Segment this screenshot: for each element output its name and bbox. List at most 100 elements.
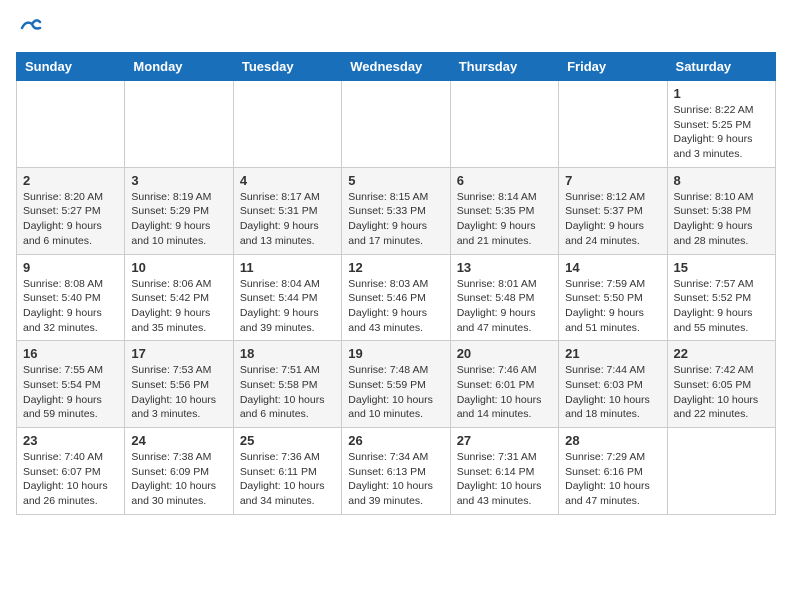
logo-icon — [18, 16, 42, 40]
day-number: 8 — [674, 173, 769, 188]
calendar-week-row: 16Sunrise: 7:55 AM Sunset: 5:54 PM Dayli… — [17, 341, 776, 428]
calendar-cell — [559, 81, 667, 168]
column-header-tuesday: Tuesday — [233, 53, 341, 81]
day-number: 23 — [23, 433, 118, 448]
day-number: 10 — [131, 260, 226, 275]
day-number: 5 — [348, 173, 443, 188]
calendar-cell: 18Sunrise: 7:51 AM Sunset: 5:58 PM Dayli… — [233, 341, 341, 428]
day-info: Sunrise: 7:36 AM Sunset: 6:11 PM Dayligh… — [240, 450, 335, 509]
day-info: Sunrise: 7:55 AM Sunset: 5:54 PM Dayligh… — [23, 363, 118, 422]
column-header-monday: Monday — [125, 53, 233, 81]
calendar-cell: 4 Sunrise: 8:17 AM Sunset: 5:31 PM Daylig… — [233, 167, 341, 254]
day-info: Sunrise: 7:57 AM Sunset: 5:52 PM Dayligh… — [674, 277, 769, 336]
day-info: Sunrise: 8:01 AM Sunset: 5:48 PM Dayligh… — [457, 277, 552, 336]
day-info: Sunrise: 8:17 AM Sunset: 5:31 PM Dayligh… — [240, 190, 335, 249]
day-info: Sunrise: 7:53 AM Sunset: 5:56 PM Dayligh… — [131, 363, 226, 422]
day-number: 26 — [348, 433, 443, 448]
calendar-cell: 7 Sunrise: 8:12 AM Sunset: 5:37 PM Daylig… — [559, 167, 667, 254]
day-number: 24 — [131, 433, 226, 448]
calendar-cell: 14 Sunrise: 7:59 AM Sunset: 5:50 PM Dayli… — [559, 254, 667, 341]
calendar-cell: 20 Sunrise: 7:46 AM Sunset: 6:01 PM Dayli… — [450, 341, 558, 428]
calendar-cell — [450, 81, 558, 168]
column-header-saturday: Saturday — [667, 53, 775, 81]
day-info: Sunrise: 8:08 AM Sunset: 5:40 PM Dayligh… — [23, 277, 118, 336]
calendar-cell: 2 Sunrise: 8:20 AM Sunset: 5:27 PM Daylig… — [17, 167, 125, 254]
calendar-header-row: SundayMondayTuesdayWednesdayThursdayFrid… — [17, 53, 776, 81]
calendar-cell: 12Sunrise: 8:03 AM Sunset: 5:46 PM Dayli… — [342, 254, 450, 341]
calendar-cell — [125, 81, 233, 168]
day-info: Sunrise: 7:42 AM Sunset: 6:05 PM Dayligh… — [674, 363, 769, 422]
calendar-cell — [342, 81, 450, 168]
calendar-week-row: 1 Sunrise: 8:22 AM Sunset: 5:25 PM Daylig… — [17, 81, 776, 168]
day-info: Sunrise: 7:48 AM Sunset: 5:59 PM Dayligh… — [348, 363, 443, 422]
calendar-cell: 25 Sunrise: 7:36 AM Sunset: 6:11 PM Dayli… — [233, 428, 341, 515]
day-number: 12 — [348, 260, 443, 275]
calendar-cell: 8 Sunrise: 8:10 AM Sunset: 5:38 PM Daylig… — [667, 167, 775, 254]
calendar-cell: 16Sunrise: 7:55 AM Sunset: 5:54 PM Dayli… — [17, 341, 125, 428]
day-number: 15 — [674, 260, 769, 275]
day-info: Sunrise: 8:12 AM Sunset: 5:37 PM Dayligh… — [565, 190, 660, 249]
day-info: Sunrise: 7:31 AM Sunset: 6:14 PM Dayligh… — [457, 450, 552, 509]
day-number: 19 — [348, 346, 443, 361]
day-number: 11 — [240, 260, 335, 275]
day-info: Sunrise: 7:44 AM Sunset: 6:03 PM Dayligh… — [565, 363, 660, 422]
calendar-cell: 22 Sunrise: 7:42 AM Sunset: 6:05 PM Dayli… — [667, 341, 775, 428]
calendar-cell — [233, 81, 341, 168]
day-number: 20 — [457, 346, 552, 361]
calendar-cell: 3 Sunrise: 8:19 AM Sunset: 5:29 PM Daylig… — [125, 167, 233, 254]
day-number: 3 — [131, 173, 226, 188]
calendar-cell: 1 Sunrise: 8:22 AM Sunset: 5:25 PM Daylig… — [667, 81, 775, 168]
column-header-wednesday: Wednesday — [342, 53, 450, 81]
day-number: 22 — [674, 346, 769, 361]
day-info: Sunrise: 7:46 AM Sunset: 6:01 PM Dayligh… — [457, 363, 552, 422]
calendar-cell: 28 Sunrise: 7:29 AM Sunset: 6:16 PM Dayli… — [559, 428, 667, 515]
logo — [16, 16, 42, 40]
column-header-sunday: Sunday — [17, 53, 125, 81]
day-info: Sunrise: 7:34 AM Sunset: 6:13 PM Dayligh… — [348, 450, 443, 509]
calendar-cell: 27 Sunrise: 7:31 AM Sunset: 6:14 PM Dayli… — [450, 428, 558, 515]
day-info: Sunrise: 8:20 AM Sunset: 5:27 PM Dayligh… — [23, 190, 118, 249]
day-number: 27 — [457, 433, 552, 448]
column-header-friday: Friday — [559, 53, 667, 81]
day-number: 25 — [240, 433, 335, 448]
calendar-week-row: 9 Sunrise: 8:08 AM Sunset: 5:40 PM Daylig… — [17, 254, 776, 341]
day-number: 18 — [240, 346, 335, 361]
calendar-cell: 17Sunrise: 7:53 AM Sunset: 5:56 PM Dayli… — [125, 341, 233, 428]
page-header — [16, 16, 776, 40]
calendar-cell: 11 Sunrise: 8:04 AM Sunset: 5:44 PM Dayli… — [233, 254, 341, 341]
calendar-cell — [667, 428, 775, 515]
day-info: Sunrise: 7:29 AM Sunset: 6:16 PM Dayligh… — [565, 450, 660, 509]
calendar-cell: 21 Sunrise: 7:44 AM Sunset: 6:03 PM Dayli… — [559, 341, 667, 428]
calendar-cell: 5 Sunrise: 8:15 AM Sunset: 5:33 PM Daylig… — [342, 167, 450, 254]
day-info: Sunrise: 8:19 AM Sunset: 5:29 PM Dayligh… — [131, 190, 226, 249]
day-number: 21 — [565, 346, 660, 361]
day-info: Sunrise: 8:22 AM Sunset: 5:25 PM Dayligh… — [674, 103, 769, 162]
day-number: 1 — [674, 86, 769, 101]
calendar-cell: 6Sunrise: 8:14 AM Sunset: 5:35 PM Daylig… — [450, 167, 558, 254]
day-info: Sunrise: 7:38 AM Sunset: 6:09 PM Dayligh… — [131, 450, 226, 509]
day-number: 13 — [457, 260, 552, 275]
calendar-cell: 13 Sunrise: 8:01 AM Sunset: 5:48 PM Dayli… — [450, 254, 558, 341]
day-info: Sunrise: 8:15 AM Sunset: 5:33 PM Dayligh… — [348, 190, 443, 249]
day-info: Sunrise: 8:10 AM Sunset: 5:38 PM Dayligh… — [674, 190, 769, 249]
calendar-week-row: 23 Sunrise: 7:40 AM Sunset: 6:07 PM Dayli… — [17, 428, 776, 515]
day-number: 28 — [565, 433, 660, 448]
calendar-cell: 10Sunrise: 8:06 AM Sunset: 5:42 PM Dayli… — [125, 254, 233, 341]
day-info: Sunrise: 7:40 AM Sunset: 6:07 PM Dayligh… — [23, 450, 118, 509]
calendar-table: SundayMondayTuesdayWednesdayThursdayFrid… — [16, 52, 776, 515]
calendar-cell: 19 Sunrise: 7:48 AM Sunset: 5:59 PM Dayli… — [342, 341, 450, 428]
day-info: Sunrise: 8:04 AM Sunset: 5:44 PM Dayligh… — [240, 277, 335, 336]
day-number: 7 — [565, 173, 660, 188]
calendar-cell: 9 Sunrise: 8:08 AM Sunset: 5:40 PM Daylig… — [17, 254, 125, 341]
calendar-cell: 26 Sunrise: 7:34 AM Sunset: 6:13 PM Dayli… — [342, 428, 450, 515]
day-number: 9 — [23, 260, 118, 275]
column-header-thursday: Thursday — [450, 53, 558, 81]
day-number: 4 — [240, 173, 335, 188]
day-number: 14 — [565, 260, 660, 275]
calendar-week-row: 2 Sunrise: 8:20 AM Sunset: 5:27 PM Daylig… — [17, 167, 776, 254]
calendar-cell: 15 Sunrise: 7:57 AM Sunset: 5:52 PM Dayli… — [667, 254, 775, 341]
calendar-cell: 23 Sunrise: 7:40 AM Sunset: 6:07 PM Dayli… — [17, 428, 125, 515]
calendar-cell — [17, 81, 125, 168]
day-info: Sunrise: 7:59 AM Sunset: 5:50 PM Dayligh… — [565, 277, 660, 336]
day-number: 2 — [23, 173, 118, 188]
